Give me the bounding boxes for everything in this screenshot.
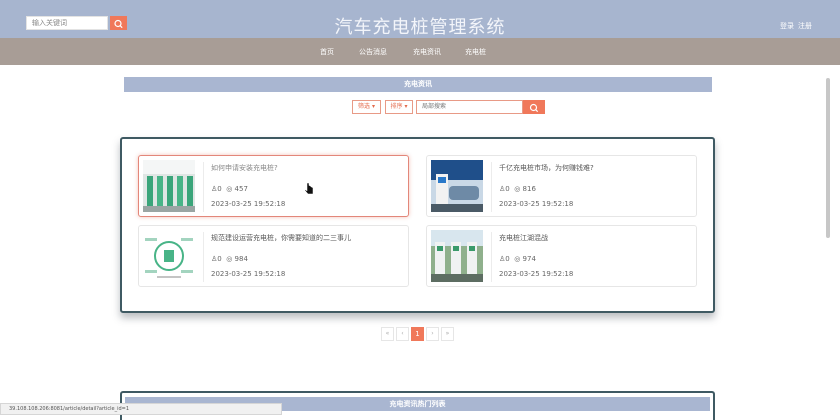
eye-icon: ◎ xyxy=(514,185,521,193)
login-link[interactable]: 登录 xyxy=(780,21,794,31)
article-date: 2023-03-25 19:52:18 xyxy=(211,200,286,208)
view-count: 974 xyxy=(522,255,536,263)
article-stats: ♙0 ◎ 984 xyxy=(211,255,248,263)
last-page-button[interactable]: » xyxy=(441,327,454,341)
article-thumbnail xyxy=(431,160,483,212)
register-link[interactable]: 注册 xyxy=(798,21,812,31)
like-count: 0 xyxy=(217,185,222,193)
like-count: 0 xyxy=(217,255,222,263)
main-nav: 首页 公告消息 充电资讯 充电桩 xyxy=(0,38,840,65)
nav-item-announcements[interactable]: 公告消息 xyxy=(359,47,387,57)
article-card[interactable]: 规范建设运营充电桩，你需要知道的二三事儿 ♙0 ◎ 984 2023-03-25… xyxy=(138,225,409,287)
view-count: 984 xyxy=(234,255,248,263)
local-search-button[interactable] xyxy=(523,100,545,114)
article-stats: ♙0 ◎ 816 xyxy=(499,185,536,193)
first-page-button[interactable]: « xyxy=(381,327,394,341)
status-bar-url: 39.108.108.206:8081/article/detail?artic… xyxy=(0,403,282,415)
article-thumbnail xyxy=(431,230,483,282)
sort-label: 排序 xyxy=(390,103,403,110)
next-page-button[interactable]: › xyxy=(426,327,439,341)
article-stats: ♙0 ◎ 457 xyxy=(211,185,248,193)
article-thumbnail xyxy=(143,230,195,282)
site-title: 汽车充电桩管理系统 xyxy=(334,17,506,38)
nav-item-news[interactable]: 充电资讯 xyxy=(413,47,441,57)
nav-item-home[interactable]: 首页 xyxy=(320,47,334,57)
section-title: 充电资讯 xyxy=(124,77,712,92)
view-count: 816 xyxy=(522,185,536,193)
eye-icon: ◎ xyxy=(226,185,233,193)
eye-icon: ◎ xyxy=(514,255,521,263)
article-title: 规范建设运营充电桩，你需要知道的二三事儿 xyxy=(211,234,351,242)
mouse-cursor-icon xyxy=(305,182,314,195)
article-date: 2023-03-25 19:52:18 xyxy=(499,270,574,278)
sort-dropdown[interactable]: 排序 ▾ xyxy=(385,100,413,114)
chevron-down-icon: ▾ xyxy=(402,103,408,110)
scrollbar[interactable] xyxy=(826,78,830,238)
article-card[interactable]: 千亿充电桩市场，为何赚钱难? ♙0 ◎ 816 2023-03-25 19:52… xyxy=(426,155,697,217)
top-bar: 输入关键词 汽车充电桩管理系统 登录 注册 xyxy=(0,0,840,38)
filter-label: 筛选 xyxy=(358,103,371,110)
search-icon xyxy=(529,103,539,113)
articles-panel: 如何申请安装充电桩? ♙0 ◎ 457 2023-03-25 19:52:18 … xyxy=(120,137,715,313)
like-count: 0 xyxy=(505,255,510,263)
article-stats: ♙0 ◎ 974 xyxy=(499,255,536,263)
article-thumbnail xyxy=(143,160,195,212)
current-page-button[interactable]: 1 xyxy=(411,327,424,341)
article-card[interactable]: 如何申请安装充电桩? ♙0 ◎ 457 2023-03-25 19:52:18 xyxy=(138,155,409,217)
article-title: 充电桩江湖混战 xyxy=(499,234,548,242)
article-title: 如何申请安装充电桩? xyxy=(211,164,278,172)
local-search-input[interactable]: 局部搜索 xyxy=(416,100,523,114)
article-date: 2023-03-25 19:52:18 xyxy=(499,200,574,208)
nav-item-chargers[interactable]: 充电桩 xyxy=(465,47,486,57)
chevron-down-icon: ▾ xyxy=(370,103,375,110)
eye-icon: ◎ xyxy=(226,255,233,263)
article-card[interactable]: 充电桩江湖混战 ♙0 ◎ 974 2023-03-25 19:52:18 xyxy=(426,225,697,287)
article-title: 千亿充电桩市场，为何赚钱难? xyxy=(499,164,594,172)
filter-dropdown[interactable]: 筛选 ▾ xyxy=(352,100,381,114)
view-count: 457 xyxy=(234,185,248,193)
like-count: 0 xyxy=(505,185,510,193)
article-date: 2023-03-25 19:52:18 xyxy=(211,270,286,278)
prev-page-button[interactable]: ‹ xyxy=(396,327,409,341)
